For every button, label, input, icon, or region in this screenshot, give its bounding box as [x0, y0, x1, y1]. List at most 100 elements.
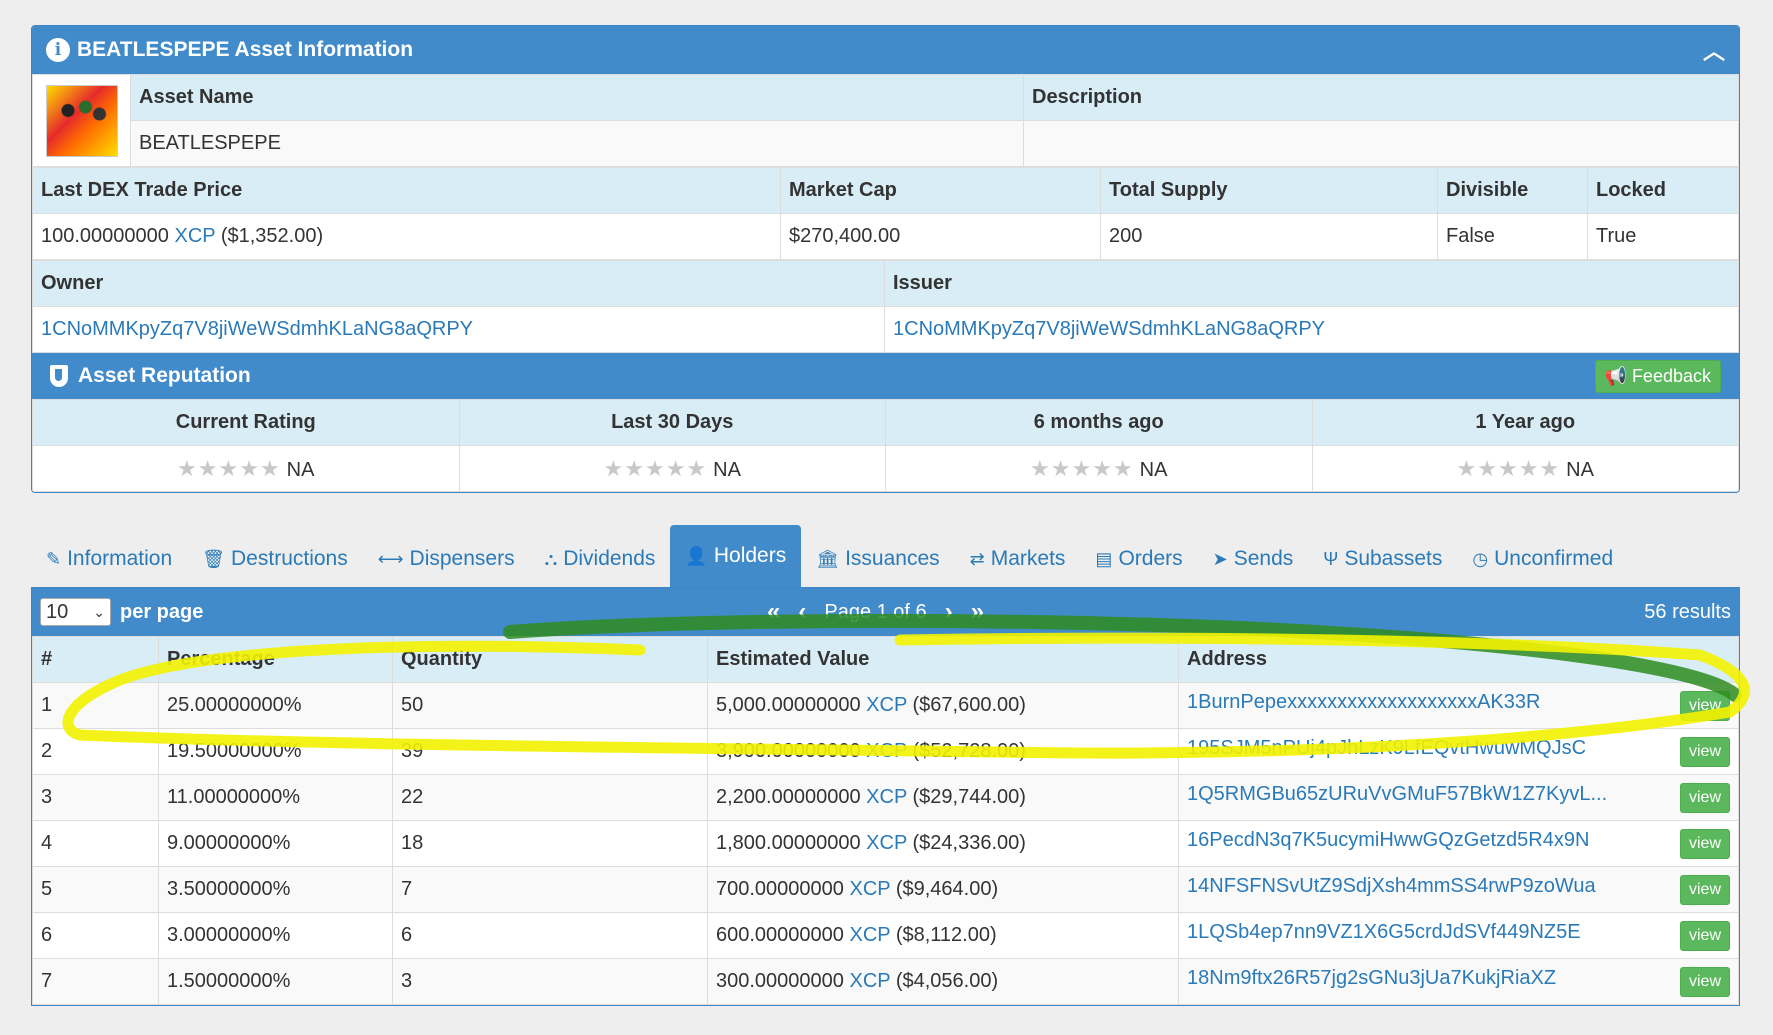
row-estimated-value: 5,000.00000000 XCP ($67,600.00) — [707, 682, 1179, 729]
table-row: 3 11.00000000% 22 2,200.00000000 XCP ($2… — [32, 774, 1739, 821]
prev-page-icon[interactable]: ‹ — [798, 598, 806, 626]
rep-col-30-days: Last 30 Days — [458, 399, 886, 446]
rep-col-1-year: 1 Year ago — [1311, 399, 1739, 446]
row-estimated-value: 700.00000000 XCP ($9,464.00) — [707, 866, 1179, 913]
view-button[interactable]: view — [1679, 874, 1730, 905]
issuer-label: Issuer — [884, 260, 1739, 307]
row-percentage: 25.00000000% — [158, 682, 393, 729]
chevron-up-icon[interactable]: ︿ — [1703, 34, 1725, 66]
tab-label: Unconfirmed — [1494, 547, 1614, 570]
address-link[interactable]: 1BurnPepexxxxxxxxxxxxxxxxxxxAK33R — [1187, 691, 1540, 713]
address-link[interactable]: 18Nm9ftx26R57jg2sGNu3jUa7KukjRiaXZ — [1187, 967, 1556, 989]
tab-unconfirmed[interactable]: ◷ Unconfirmed — [1457, 531, 1628, 587]
tab-orders[interactable]: ▤ Orders — [1080, 531, 1197, 587]
issuer-address-link[interactable]: 1CNoMMKpyZq7V8jiWeWSdmhKLaNG8aQRPY — [893, 318, 1325, 340]
xcp-link[interactable]: XCP — [849, 924, 890, 946]
value-usd: ($29,744.00) — [912, 786, 1026, 808]
address-link[interactable]: 1LQSb4ep7nn9VZ1X6G5crdJdSVf449NZ5E — [1187, 921, 1581, 943]
row-percentage: 19.50000000% — [158, 728, 393, 775]
table-row: 2 19.50000000% 39 3,900.00000000 XCP ($5… — [32, 728, 1739, 775]
col-estimated-value: Estimated Value — [707, 636, 1179, 683]
row-address: 195SJM5nPUj4pJhLzK9LfEQvtHwuwMQJsC view — [1178, 728, 1739, 775]
tab-label: Information — [67, 547, 173, 570]
row-number: 6 — [32, 912, 159, 959]
rep-6-months-value: NA — [1139, 458, 1168, 481]
col-quantity: Quantity — [392, 636, 708, 683]
value-amount: 2,200.00000000 — [716, 786, 861, 808]
row-quantity: 18 — [392, 820, 708, 867]
rep-col-current: Current Rating — [32, 399, 460, 446]
view-button[interactable]: view — [1679, 782, 1730, 813]
exchange-icon: ⇄ — [969, 548, 985, 569]
table-row: 4 9.00000000% 18 1,800.00000000 XCP ($24… — [32, 820, 1739, 867]
row-percentage: 1.50000000% — [158, 958, 393, 1005]
last-page-icon[interactable]: » — [971, 598, 984, 626]
xcp-link[interactable]: XCP — [849, 878, 890, 900]
xcp-link[interactable]: XCP — [174, 225, 215, 247]
xcp-link[interactable]: XCP — [866, 740, 907, 762]
asset-image-cell — [32, 74, 131, 167]
tab-sends[interactable]: ➤ Sends — [1198, 531, 1309, 587]
xcp-link[interactable]: XCP — [849, 970, 890, 992]
tab-label: Dispensers — [409, 547, 515, 570]
xcp-link[interactable]: XCP — [866, 786, 907, 808]
paperclip-icon: ✎ — [46, 548, 62, 569]
xcp-link[interactable]: XCP — [866, 832, 907, 854]
owner-address-link[interactable]: 1CNoMMKpyZq7V8jiWeWSdmhKLaNG8aQRPY — [41, 318, 473, 340]
tab-information[interactable]: ✎ Information — [31, 531, 187, 587]
tab-markets[interactable]: ⇄ Markets — [955, 531, 1081, 587]
asset-stats-table: Last DEX Trade Price Market Cap Total Su… — [32, 167, 1739, 260]
view-button[interactable]: view — [1679, 920, 1730, 951]
row-estimated-value: 600.00000000 XCP ($8,112.00) — [707, 912, 1179, 959]
address-link[interactable]: 1Q5RMGBu65zURuVvGMuF57BkW1Z7KyvL... — [1187, 783, 1607, 805]
view-button[interactable]: view — [1679, 828, 1730, 859]
view-button[interactable]: view — [1679, 736, 1730, 767]
per-page-value: 10 — [46, 600, 69, 623]
row-number: 2 — [32, 728, 159, 775]
info-icon: i — [46, 38, 70, 62]
col-address: Address — [1178, 636, 1739, 683]
tab-subassets[interactable]: Ψ Subassets — [1308, 531, 1457, 587]
tab-destructions[interactable]: 🗑 Destructions — [187, 531, 363, 587]
first-page-icon[interactable]: « — [767, 598, 780, 626]
row-number: 5 — [32, 866, 159, 913]
value-usd: ($8,112.00) — [895, 924, 997, 946]
per-page-select[interactable]: 10 ⌄ — [40, 598, 111, 626]
value-amount: 300.00000000 — [716, 970, 844, 992]
table-row: 7 1.50000000% 3 300.00000000 XCP ($4,056… — [32, 958, 1739, 1005]
xcp-link[interactable]: XCP — [866, 694, 907, 716]
view-button[interactable]: view — [1679, 966, 1730, 997]
value-amount: 3,900.00000000 — [716, 740, 861, 762]
table-row: 1 25.00000000% 50 5,000.00000000 XCP ($6… — [32, 682, 1739, 729]
market-cap-value: $270,400.00 — [780, 213, 1101, 260]
row-estimated-value: 300.00000000 XCP ($4,056.00) — [707, 958, 1179, 1005]
divisible-label: Divisible — [1437, 167, 1588, 214]
tab-holders[interactable]: 👤 Holders — [670, 525, 802, 587]
tab-dividends[interactable]: ⛬ Dividends — [530, 531, 671, 587]
tab-label: Holders — [713, 544, 787, 567]
owner-label: Owner — [32, 260, 885, 307]
row-quantity: 22 — [392, 774, 708, 821]
address-link[interactable]: 195SJM5nPUj4pJhLzK9LfEQvtHwuwMQJsC — [1187, 737, 1586, 759]
next-page-icon[interactable]: › — [945, 598, 953, 626]
fork-icon: Ψ — [1323, 548, 1339, 569]
address-link[interactable]: 14NFSFNSvUtZ9SdjXsh4mmSS4rwP9zoWua — [1187, 875, 1596, 897]
row-quantity: 7 — [392, 866, 708, 913]
feedback-button[interactable]: 📢 Feedback — [1594, 359, 1721, 393]
value-usd: ($24,336.00) — [912, 832, 1026, 854]
tab-dispensers[interactable]: ⟷ Dispensers — [363, 531, 530, 587]
tab-issuances[interactable]: 🏛 Issuances — [801, 531, 954, 587]
value-usd: ($67,600.00) — [912, 694, 1026, 716]
row-number: 7 — [32, 958, 159, 1005]
bank-icon: 🏛 — [816, 548, 840, 569]
row-estimated-value: 1,800.00000000 XCP ($24,336.00) — [707, 820, 1179, 867]
per-page-label: per page — [120, 600, 204, 623]
rep-col-6-months: 6 months ago — [885, 399, 1313, 446]
rep-1-year-value: NA — [1566, 458, 1594, 481]
asset-reputation-header: Asset Reputation 📢 Feedback — [32, 353, 1739, 399]
page-indicator: Page 1 of 6 — [824, 600, 927, 623]
value-usd: ($4,056.00) — [895, 970, 999, 992]
address-link[interactable]: 16PecdN3q7K5ucymiHwwGQzGetzd5R4x9N — [1187, 829, 1589, 851]
holders-table: # Percentage Quantity Estimated Value Ad… — [32, 636, 1739, 1005]
view-button[interactable]: view — [1679, 690, 1730, 721]
